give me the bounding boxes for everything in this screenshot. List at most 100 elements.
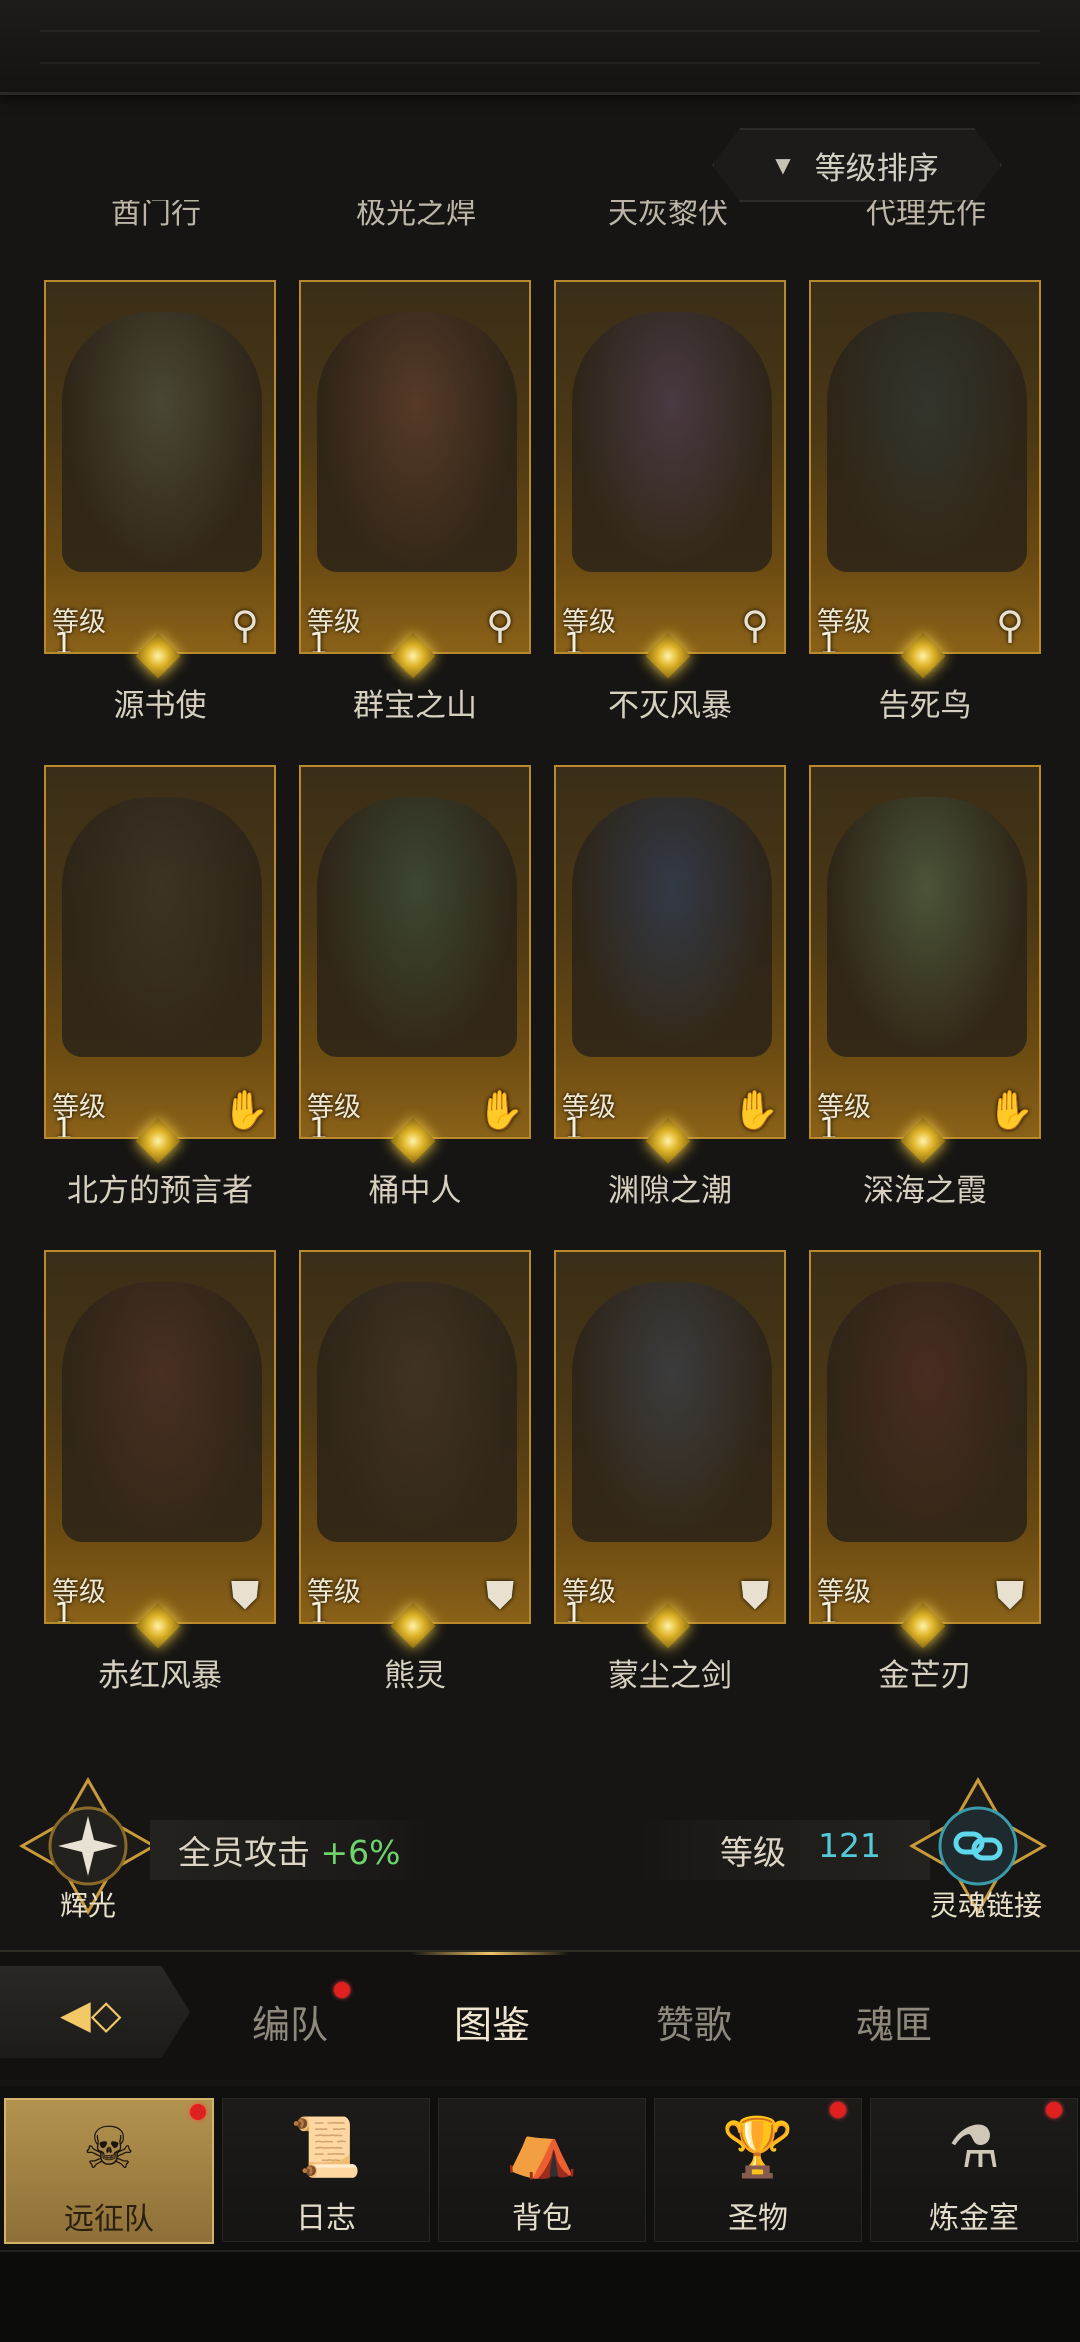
hero-card[interactable]: 等级 1 ⛊ 蒙尘之剑 xyxy=(554,1250,786,1694)
hero-name: 告死鸟 xyxy=(878,688,972,724)
nav-backpack[interactable]: ⛺ 背包 xyxy=(438,2098,646,2242)
key-icon: ⚲ xyxy=(486,603,514,647)
level-value: 1 xyxy=(564,1597,584,1624)
hero-codex-grid: 等级 1 ⚲ 源书使 等级 1 ⚲ 群宝之山 等级 1 ⚲ 不灭风暴 等级 1 ⚲ 告死鸟 等级 1 ✋ 北方的预言者… xyxy=(0,0,1080,1700)
card-frame: 等级 1 ⚲ xyxy=(809,280,1041,654)
soul-link-label: 灵魂链接 xyxy=(930,1889,1043,1922)
backpack-icon: ⛺ xyxy=(505,2113,579,2181)
alchemy-icon: ⚗ xyxy=(948,2113,1000,2181)
hero-portrait xyxy=(317,312,517,572)
card-frame: 等级 1 ⛊ xyxy=(554,1250,786,1624)
hero-name: 熊灵 xyxy=(384,1658,446,1694)
hero-portrait xyxy=(572,1282,772,1542)
nav-expedition[interactable]: ☠ 远征队 xyxy=(4,2098,214,2244)
scroll-icon: 📜 xyxy=(289,2113,363,2181)
hero-card[interactable]: 等级 1 ⚲ 告死鸟 xyxy=(809,280,1041,724)
bottom-edge xyxy=(0,2250,1080,2342)
shield-icon: ⛊ xyxy=(740,1573,770,1617)
level-value: 1 xyxy=(819,627,839,654)
hero-card[interactable]: 等级 1 ✋ 渊隙之潮 xyxy=(554,765,786,1209)
level-value: 1 xyxy=(564,1112,584,1139)
notification-dot xyxy=(334,1982,350,1998)
nav-label: 远征队 xyxy=(64,2202,154,2237)
shield-icon: ⛊ xyxy=(485,1573,515,1617)
notification-dot xyxy=(830,2102,846,2118)
card-frame: 等级 1 ⚲ xyxy=(299,280,531,654)
hero-card[interactable]: 等级 1 ⛊ 赤红风暴 xyxy=(44,1250,276,1694)
shield-icon: ⛊ xyxy=(995,1573,1025,1617)
card-frame: 等级 1 ⚲ xyxy=(44,280,276,654)
notification-dot xyxy=(190,2104,206,2120)
horned-helmet-icon: ☠ xyxy=(83,2114,135,2182)
arrow-left-icon: ◀◇ xyxy=(60,1992,122,2038)
radiance-label: 辉光 xyxy=(60,1889,117,1922)
back-button[interactable]: ◀◇ xyxy=(0,1966,190,2058)
hand-icon: ✋ xyxy=(222,1088,270,1132)
attack-bonus-text: 全员攻击 +6% xyxy=(178,1826,401,1874)
hand-icon: ✋ xyxy=(477,1088,525,1132)
level-value: 1 xyxy=(54,1112,74,1139)
tab-hymn[interactable]: 赞歌 xyxy=(656,1994,732,2049)
chalice-icon: 🏆 xyxy=(721,2113,795,2181)
key-icon: ⚲ xyxy=(741,603,769,647)
nav-label: 炼金室 xyxy=(929,2201,1019,2236)
hero-name: 赤红风暴 xyxy=(98,1658,222,1694)
nav-relics[interactable]: 🏆 圣物 xyxy=(654,2098,862,2242)
level-value: 1 xyxy=(564,627,584,654)
hero-card[interactable]: 等级 1 ⚲ 源书使 xyxy=(44,280,276,724)
hero-card[interactable]: 等级 1 ✋ 深海之霞 xyxy=(809,765,1041,1209)
attack-value: +6% xyxy=(320,1833,401,1872)
nav-label: 日志 xyxy=(296,2201,356,2236)
card-frame: 等级 1 ✋ xyxy=(44,765,276,1139)
card-frame: 等级 1 ⛊ xyxy=(299,1250,531,1624)
hero-card[interactable]: 等级 1 ✋ 桶中人 xyxy=(299,765,531,1209)
hero-portrait xyxy=(572,312,772,572)
key-icon: ⚲ xyxy=(231,603,259,647)
hero-name: 蒙尘之剑 xyxy=(608,1658,732,1694)
attack-label: 全员攻击 xyxy=(178,1833,310,1872)
tab-team[interactable]: 编队 xyxy=(252,1994,328,2049)
level-value: 1 xyxy=(819,1597,839,1624)
card-frame: 等级 1 ✋ xyxy=(299,765,531,1139)
hero-name: 群宝之山 xyxy=(353,688,477,724)
hero-portrait xyxy=(827,312,1027,572)
hero-portrait xyxy=(572,797,772,1057)
level-value: 1 xyxy=(54,1597,74,1624)
total-level-label: 等级 xyxy=(720,1833,786,1872)
hero-card[interactable]: 等级 1 ⚲ 不灭风暴 xyxy=(554,280,786,724)
hero-card[interactable]: 等级 1 ✋ 北方的预言者 xyxy=(44,765,276,1209)
level-value: 1 xyxy=(819,1112,839,1139)
level-value: 1 xyxy=(309,1597,329,1624)
hero-name: 深海之霞 xyxy=(863,1173,987,1209)
tab-soul-box[interactable]: 魂匣 xyxy=(856,1994,932,2049)
level-value: 1 xyxy=(54,627,74,654)
hero-card[interactable]: 等级 1 ⛊ 金芒刃 xyxy=(809,1250,1041,1694)
notification-dot xyxy=(1046,2102,1062,2118)
hero-name: 金芒刃 xyxy=(878,1658,972,1694)
hero-portrait xyxy=(62,312,262,572)
hero-card[interactable]: 等级 1 ⛊ 熊灵 xyxy=(299,1250,531,1694)
hand-icon: ✋ xyxy=(732,1088,780,1132)
hero-name: 桶中人 xyxy=(368,1173,462,1209)
nav-journal[interactable]: 📜 日志 xyxy=(222,2098,430,2242)
nav-label: 背包 xyxy=(512,2201,572,2236)
hero-portrait xyxy=(317,797,517,1057)
level-value: 1 xyxy=(309,1112,329,1139)
card-frame: 等级 1 ⛊ xyxy=(44,1250,276,1624)
hero-portrait xyxy=(317,1282,517,1542)
nav-alchemy[interactable]: ⚗ 炼金室 xyxy=(870,2098,1078,2242)
hero-card[interactable]: 等级 1 ⚲ 群宝之山 xyxy=(299,280,531,724)
level-value: 1 xyxy=(309,627,329,654)
nav-label: 圣物 xyxy=(728,2201,788,2236)
hero-portrait xyxy=(62,797,262,1057)
tab-codex[interactable]: 图鉴 xyxy=(454,1994,530,2049)
card-frame: 等级 1 ⛊ xyxy=(809,1250,1041,1624)
card-frame: 等级 1 ✋ xyxy=(554,765,786,1139)
hand-icon: ✋ xyxy=(987,1088,1035,1132)
hero-portrait xyxy=(827,797,1027,1057)
shield-icon: ⛊ xyxy=(230,1573,260,1617)
hero-name: 源书使 xyxy=(113,688,207,724)
hero-name: 不灭风暴 xyxy=(608,688,732,724)
card-frame: 等级 1 ✋ xyxy=(809,765,1041,1139)
total-level-value: 121 xyxy=(818,1826,881,1865)
